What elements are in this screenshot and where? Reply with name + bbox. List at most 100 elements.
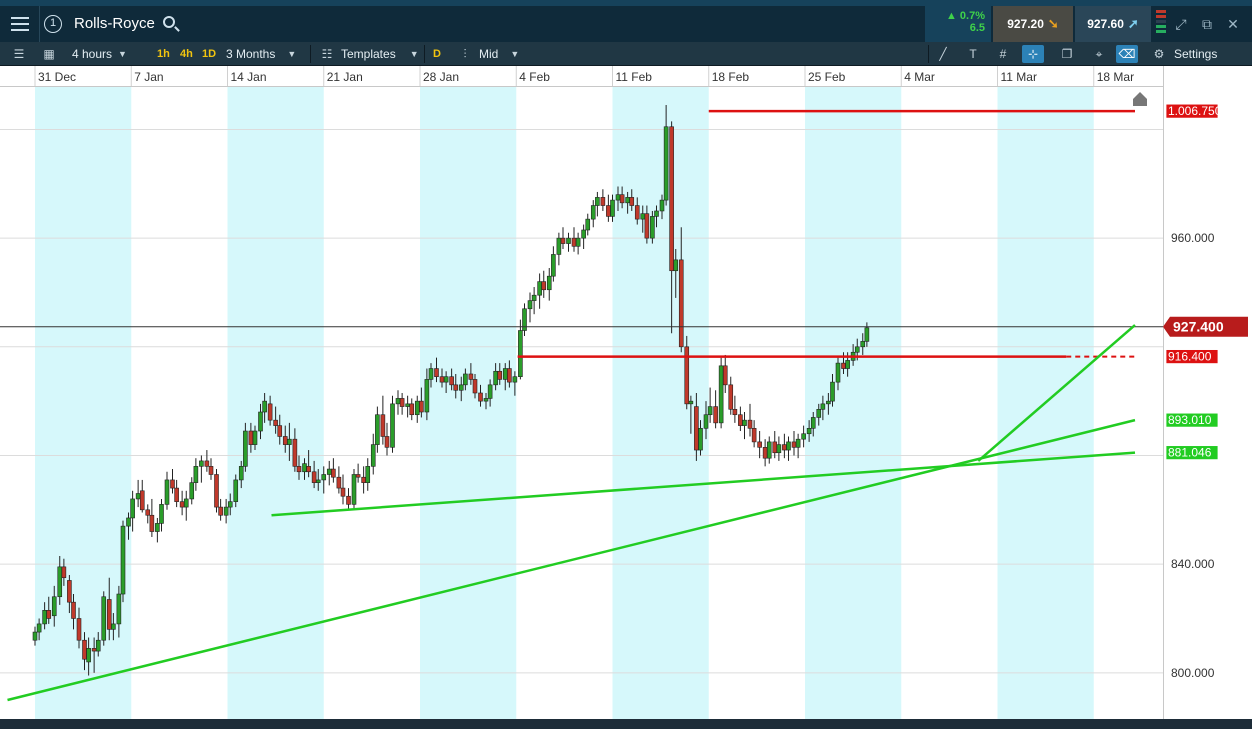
resistance-price-label: 916.400 [1168,350,1212,364]
candle-up [36,623,42,633]
candle-up [502,368,508,380]
candle-up [233,479,239,502]
grid-layout-icon[interactable]: ▦ [38,45,60,63]
chart-app: 1 Rolls-Royce ▲ 0.7% 6.5 927.20 ➘ 927.60 ➚… [0,0,1252,729]
candle-down [497,370,503,380]
candle-up [223,506,229,516]
candle-down [694,406,699,451]
candle-up [487,384,493,399]
x-tick-label: 11 Mar [1001,70,1037,84]
candle-up [854,346,860,353]
change-percent: ▲ 0.7% [945,10,985,22]
eraser-icon[interactable]: ⌫ [1116,45,1138,63]
candle-down [282,436,288,445]
candle-down [634,205,640,220]
candle-up [57,566,63,598]
market-depth-icon[interactable] [1156,10,1166,38]
magnet-icon[interactable]: ⌖ [1088,45,1110,63]
settings-button[interactable]: Settings [1174,42,1217,66]
menu-button[interactable] [0,6,40,42]
chart-toolbar: ☰ ▦ 4 hours ▼ 1h 4h 1D 3 Months ▼ ☷ Templa… [0,42,1252,66]
crosshair-tool-icon[interactable]: ⊹ [1022,45,1044,63]
tf-1h-button[interactable]: 1h [157,42,170,66]
copy-icon[interactable]: ❐ [1056,45,1078,63]
candle-up [522,308,527,331]
popout-icon[interactable]: ⧉ [1194,6,1220,42]
search-icon[interactable] [163,16,175,28]
tf-4h-button[interactable]: 4h [180,42,193,66]
x-tick-label: 28 Jan [423,70,459,84]
candle-up [556,237,562,255]
y-tick-label: 800.000 [1171,666,1215,680]
candle-down [434,368,439,377]
price-type-select[interactable]: Mid ▼ [479,42,519,66]
candle-down [841,362,846,369]
tf-1d-button[interactable]: 1D [202,42,216,66]
candle-up [135,493,141,500]
candle-up [42,610,47,625]
templates-select[interactable]: Templates ▼ [341,42,419,66]
candle-up [155,523,160,532]
candle-up [795,438,801,448]
candle-up [640,213,646,220]
x-tick-label: 25 Feb [808,70,846,84]
instrument-name[interactable]: Rolls-Royce [74,15,155,32]
candle-up [546,275,552,291]
candle-down [507,368,512,383]
candle-up [718,365,724,424]
candle-up [189,482,195,500]
candle-down [791,441,797,448]
candle-up [575,237,581,247]
candle-up [463,373,468,386]
candle-up [193,466,199,483]
layout-number-button[interactable]: 1 [40,6,66,42]
x-tick-label: 4 Feb [519,70,550,84]
candle-up [860,341,866,348]
candle-up [252,430,258,445]
grid-icon[interactable]: # [992,45,1014,63]
buy-button[interactable]: 927.60 ➚ [1075,6,1151,42]
candle-down [179,501,185,508]
candle-down [331,468,336,478]
expand-icon[interactable]: ⤢ [1168,6,1194,42]
x-tick-label: 4 Mar [904,70,935,84]
candle-down [311,471,317,483]
close-icon[interactable]: ✕ [1220,6,1246,42]
candle-down [355,474,361,478]
candle-up [531,294,537,301]
current-price-label: 927.400 [1173,319,1224,335]
candle-up [395,398,401,405]
text-tool-icon[interactable]: T [962,45,984,63]
candle-down [409,403,415,416]
candle-down [600,197,606,206]
candle-up [776,444,782,454]
price-chart[interactable]: 31 Dec 7 Jan 14 Jan 21 Jan 28 Jan 4 Feb 11 Feb… [0,66,1252,719]
period-select[interactable]: 3 Months ▼ [226,42,296,66]
x-tick-label: 14 Jan [231,70,267,84]
candle-up [845,360,850,369]
candle-up [864,327,870,342]
candle-down [277,425,283,437]
gear-icon[interactable]: ⚙ [1148,45,1170,63]
sell-button[interactable]: 927.20 ➘ [993,6,1073,42]
candle-up [810,417,816,429]
candle-down [468,373,474,380]
candle-up [830,381,835,402]
candle-up [835,362,841,383]
candle-down [669,126,674,272]
candle-down [208,466,214,475]
list-icon[interactable]: ☰ [8,45,30,63]
interval-select[interactable]: 4 hours ▼ [72,42,127,66]
candle-up [663,126,669,201]
candle-up [321,474,327,481]
candle-down [619,194,625,204]
d-button[interactable]: D [433,42,441,66]
candle-up [32,631,38,641]
candle-up [551,254,556,277]
candle-up [302,463,307,473]
candle-down [762,447,768,459]
candle-up [698,428,703,451]
candle-up [86,648,91,663]
candle-up [120,525,126,595]
draw-line-icon[interactable]: ╱ [932,45,954,63]
